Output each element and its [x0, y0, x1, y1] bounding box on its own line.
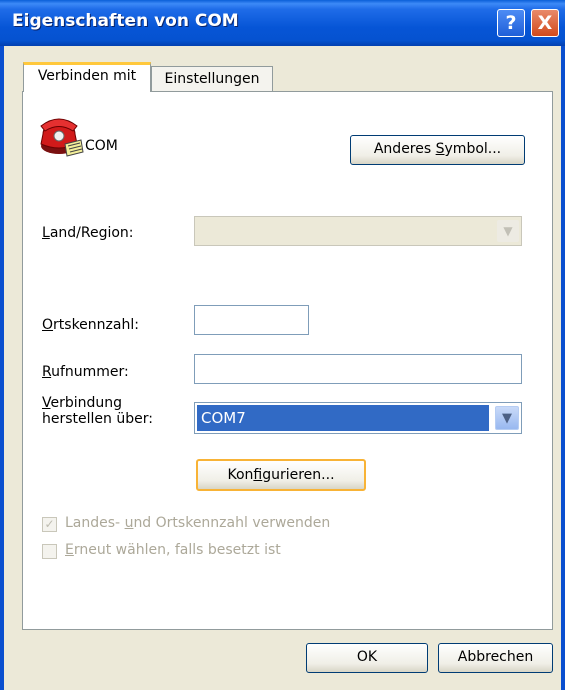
close-button[interactable]: X	[531, 9, 559, 37]
help-button[interactable]: ?	[497, 9, 525, 37]
cancel-button[interactable]: Abbrechen	[438, 643, 553, 673]
country-label: Land/Region:	[42, 225, 134, 241]
tab-settings[interactable]: Einstellungen	[151, 66, 273, 92]
country-select[interactable]: ▼	[194, 216, 522, 246]
chevron-down-icon[interactable]: ▼	[495, 406, 519, 430]
connect-via-select[interactable]: COM7 ▼	[194, 402, 522, 434]
phone-number-input[interactable]	[194, 354, 522, 384]
connection-name: COM	[85, 138, 118, 154]
area-code-label: Ortskennzahl:	[42, 317, 139, 333]
use-codes-label: Landes- und Ortskennzahl verwenden	[65, 515, 331, 531]
connect-via-value: COM7	[197, 405, 489, 431]
window-frame-right	[561, 46, 565, 690]
use-codes-checkbox[interactable]: ✓	[42, 517, 57, 532]
title-bar[interactable]: Eigenschaften von COM ? X	[0, 0, 565, 46]
phone-number-label: Rufnummer:	[42, 364, 129, 380]
properties-dialog: Eigenschaften von COM ? X Verbinden mit …	[0, 0, 565, 690]
redial-label: Erneut wählen, falls besetzt ist	[65, 542, 281, 558]
tab-connect-to[interactable]: Verbinden mit	[23, 62, 151, 92]
phone-icon	[37, 114, 85, 158]
change-icon-button[interactable]: Anderes Symbol...	[350, 135, 525, 165]
area-code-input[interactable]	[194, 305, 309, 335]
window-title: Eigenschaften von COM	[12, 11, 239, 31]
configure-button[interactable]: Konfigurieren...	[196, 459, 366, 491]
connect-via-label: Verbindung herstellen über:	[42, 395, 153, 427]
redial-checkbox[interactable]	[42, 544, 57, 559]
chevron-down-icon[interactable]: ▼	[497, 220, 519, 242]
ok-button[interactable]: OK	[306, 643, 428, 673]
window-frame-left	[0, 46, 4, 690]
